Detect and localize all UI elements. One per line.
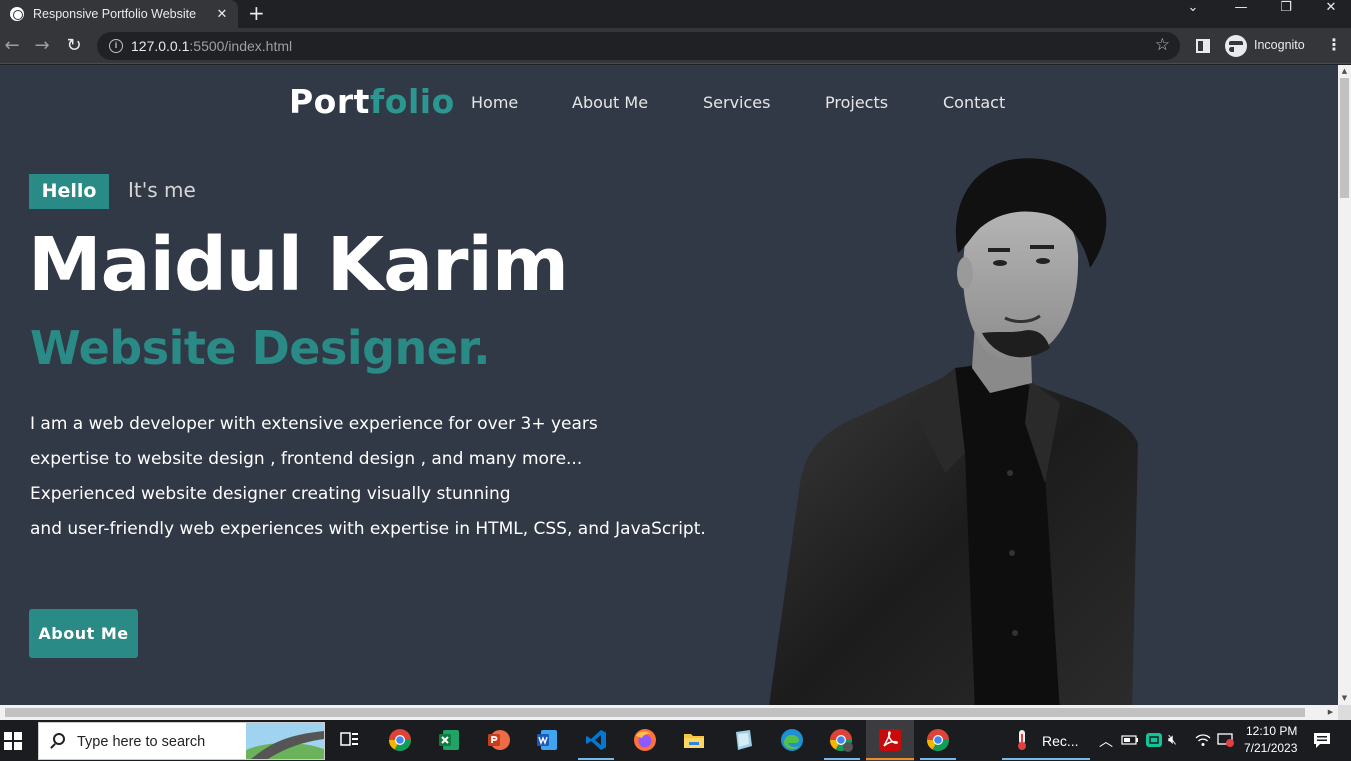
tab-close-icon[interactable]: ✕ <box>212 7 232 22</box>
scroll-corner <box>1338 705 1351 720</box>
active-app-indicator <box>1002 758 1090 760</box>
word-icon[interactable] <box>535 728 559 752</box>
horizontal-scroll-thumb[interactable] <box>5 708 1305 717</box>
active-app-indicator <box>920 758 956 760</box>
logo-text-accent: folio <box>369 82 455 121</box>
search-placeholder: Type here to search <box>77 734 206 750</box>
tab-title: Responsive Portfolio Website <box>33 7 197 21</box>
forward-arrow-icon[interactable]: → <box>30 34 54 58</box>
volume-muted-icon[interactable]: 🔇︎ <box>1168 731 1177 748</box>
reload-icon[interactable]: ↻ <box>62 34 86 58</box>
url-text[interactable]: 127.0.0.1:5500/index.html <box>131 38 292 54</box>
horizontal-scrollbar[interactable]: ▶ <box>0 705 1338 720</box>
incognito-icon[interactable] <box>1225 35 1253 57</box>
address-bar[interactable]: i 127.0.0.1:5500/index.html ☆ <box>97 32 1180 60</box>
taskbar-search-box[interactable]: Type here to search <box>38 722 325 760</box>
description-line: expertise to website design , frontend d… <box>30 449 583 469</box>
nav-link-about[interactable]: About Me <box>572 93 648 112</box>
new-tab-button[interactable]: + <box>248 1 265 25</box>
clock-date[interactable]: 7/21/2023 <box>1244 741 1297 755</box>
vertical-scrollbar[interactable]: ▲ ▼ <box>1338 65 1351 705</box>
wifi-icon[interactable] <box>1195 733 1211 747</box>
notification-icon[interactable] <box>1313 732 1331 749</box>
search-highlight-icon <box>246 723 324 759</box>
vscode-icon[interactable] <box>584 728 608 752</box>
excel-icon[interactable] <box>437 728 461 752</box>
browser-toolbar: ← → ↻ i 127.0.0.1:5500/index.html ☆ Inco… <box>0 28 1351 64</box>
battery-icon[interactable] <box>1121 733 1139 747</box>
profile-label[interactable]: Incognito <box>1254 38 1305 52</box>
site-info-icon[interactable]: i <box>109 39 123 53</box>
about-me-button[interactable]: About Me <box>29 609 138 658</box>
scroll-right-icon[interactable]: ▶ <box>1323 705 1338 720</box>
side-panel-icon[interactable] <box>1196 39 1210 53</box>
nav-link-home[interactable]: Home <box>471 93 518 112</box>
url-host: 127.0.0.1 <box>131 38 190 54</box>
powerpoint-icon[interactable] <box>486 728 510 752</box>
back-arrow-icon[interactable]: ← <box>0 34 24 58</box>
restore-button[interactable]: ❐ <box>1263 0 1309 28</box>
nav-link-services[interactable]: Services <box>703 93 770 112</box>
browser-tab[interactable]: Responsive Portfolio Website ✕ <box>0 0 238 28</box>
active-app-indicator <box>578 758 614 760</box>
file-explorer-icon[interactable] <box>682 728 706 752</box>
tray-overflow-icon[interactable]: ︿ <box>1099 731 1113 751</box>
site-logo[interactable]: Portfolio <box>289 82 455 121</box>
search-icon <box>53 733 65 745</box>
tab-strip: Responsive Portfolio Website ✕ + ⌄ — ❐ ✕ <box>0 0 1351 28</box>
hero-role: Website Designer. <box>30 321 491 375</box>
description-line: I am a web developer with extensive expe… <box>30 414 598 434</box>
grammarly-icon[interactable] <box>1145 732 1163 748</box>
vertical-scroll-thumb[interactable] <box>1340 78 1349 198</box>
nav-link-projects[interactable]: Projects <box>825 93 888 112</box>
globe-icon <box>10 7 24 21</box>
edge-icon[interactable] <box>780 728 804 752</box>
close-window-button[interactable]: ✕ <box>1308 0 1351 28</box>
windows-start-icon[interactable] <box>4 732 22 750</box>
minimize-button[interactable]: — <box>1218 0 1264 28</box>
browser-menu-icon[interactable]: ⋮ <box>1326 35 1342 55</box>
bookmark-star-icon[interactable]: ☆ <box>1155 35 1170 55</box>
active-app-indicator <box>824 758 860 760</box>
hero-name: Maidul Karim <box>28 222 569 308</box>
recorder-label[interactable]: Rec... <box>1042 733 1079 749</box>
tab-search-dropdown-icon[interactable]: ⌄ <box>1170 0 1216 28</box>
description-line: Experienced website designer creating vi… <box>30 484 511 504</box>
chrome-profile-icon[interactable] <box>829 728 853 752</box>
acrobat-icon[interactable] <box>878 728 902 752</box>
recorder-icon[interactable] <box>1010 728 1034 752</box>
windows-taskbar: Type here to search Rec... ︿ 🔇︎ 12:10 PM… <box>0 720 1351 761</box>
scroll-down-icon[interactable]: ▼ <box>1338 692 1351 705</box>
logo-text-main: Port <box>289 82 370 121</box>
chrome-icon[interactable] <box>388 728 412 752</box>
chrome-icon[interactable] <box>926 728 950 752</box>
hello-badge: Hello <box>29 174 109 209</box>
active-app-indicator <box>866 758 914 760</box>
scroll-up-icon[interactable]: ▲ <box>1338 65 1351 78</box>
task-view-icon[interactable] <box>338 728 362 752</box>
intro-text: It's me <box>128 178 196 202</box>
profile-photo <box>769 158 1138 705</box>
display-icon[interactable] <box>1217 732 1235 748</box>
clock-time[interactable]: 12:10 PM <box>1246 724 1297 738</box>
nav-link-contact[interactable]: Contact <box>943 93 1005 112</box>
firefox-icon[interactable] <box>633 728 657 752</box>
url-path: :5500/index.html <box>189 38 293 54</box>
page-viewport: Portfolio Home About Me Services Project… <box>0 65 1338 705</box>
notes-icon[interactable] <box>731 728 755 752</box>
description-line: and user-friendly web experiences with e… <box>30 519 706 539</box>
